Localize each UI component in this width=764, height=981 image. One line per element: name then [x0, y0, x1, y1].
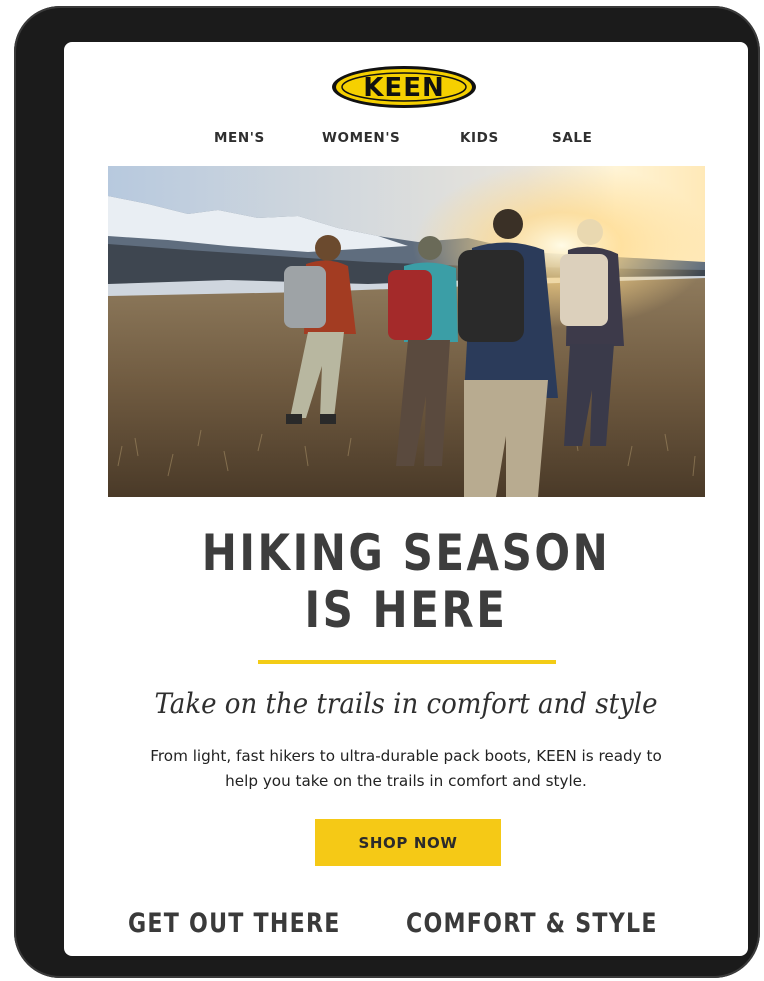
subheadline: Take on the trails in comfort and style	[154, 687, 658, 720]
body-line-1: From light, fast hikers to ultra-durable…	[150, 747, 662, 765]
nav-kids[interactable]: KIDS	[460, 130, 499, 146]
keen-logo[interactable]: KEEN	[330, 64, 478, 110]
body-copy: From light, fast hikers to ultra-durable…	[124, 744, 688, 794]
keen-logo-icon: KEEN	[332, 66, 476, 108]
hikers-photo	[108, 166, 705, 497]
section-title-get-out-there[interactable]: GET OUT THERE	[128, 910, 341, 937]
hero-image[interactable]	[108, 166, 705, 497]
nav-womens[interactable]: WOMEN'S	[322, 130, 400, 146]
email-screen: KEEN MEN'S WOMEN'S KIDS SALE HIKING SEAS…	[64, 42, 748, 956]
headline-line-1: HIKING SEASON	[201, 524, 611, 582]
section-title-comfort-style[interactable]: COMFORT & STYLE	[406, 910, 658, 937]
yellow-divider	[258, 660, 556, 664]
logo-text: KEEN	[363, 73, 444, 103]
top-nav: MEN'S WOMEN'S KIDS SALE	[64, 130, 748, 154]
headline-line-2: IS HERE	[304, 581, 508, 639]
nav-sale[interactable]: SALE	[552, 130, 592, 146]
body-line-2: help you take on the trails in comfort a…	[225, 772, 587, 790]
shop-now-button[interactable]: SHOP NOW	[315, 819, 501, 866]
tablet-frame: KEEN MEN'S WOMEN'S KIDS SALE HIKING SEAS…	[14, 6, 760, 978]
nav-mens[interactable]: MEN'S	[214, 130, 265, 146]
